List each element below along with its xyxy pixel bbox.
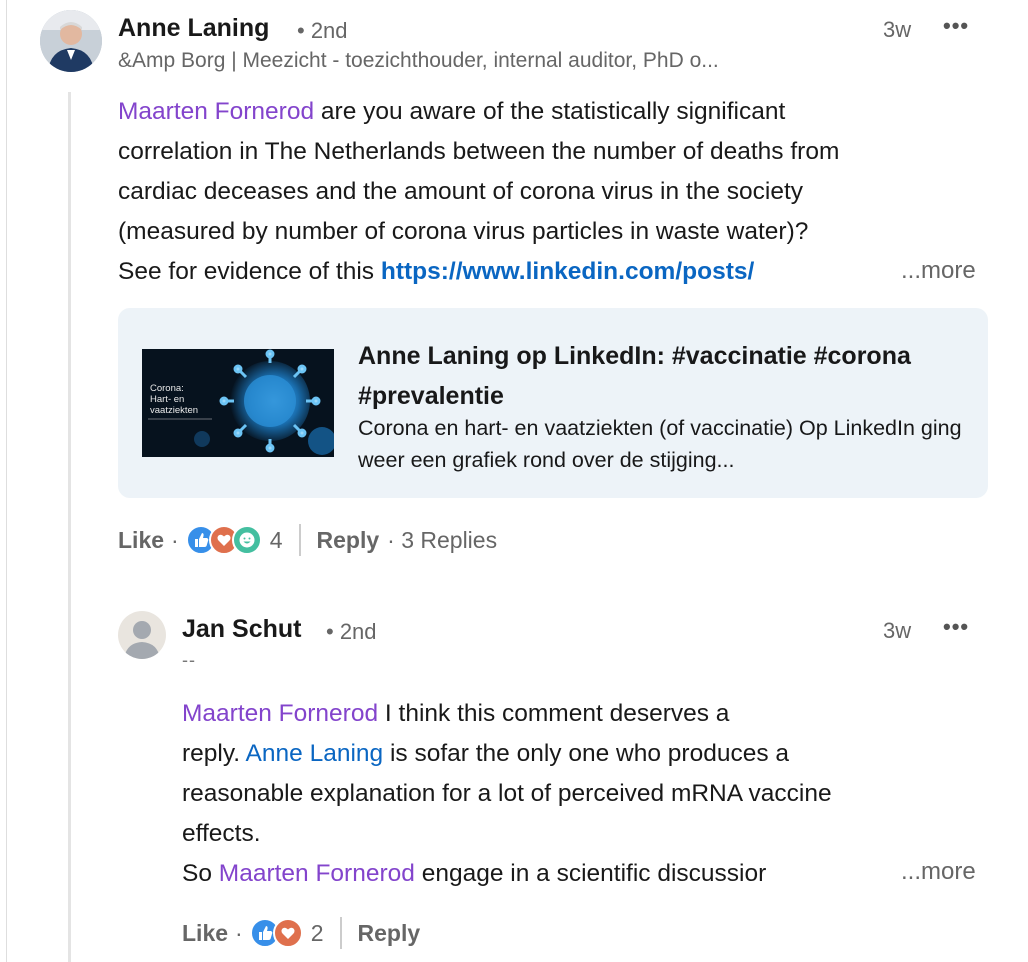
reply-text: effects.	[182, 820, 261, 847]
reaction-count[interactable]: 2	[311, 920, 324, 947]
separator-dot: ·	[171, 526, 179, 553]
action-divider	[339, 917, 342, 949]
reply-text: I think this comment deserves a	[378, 700, 730, 727]
thread-line	[68, 92, 71, 962]
card-title[interactable]: Anne Laning op LinkedIn: #vaccinatie #co…	[358, 336, 958, 416]
reactions-summary[interactable]	[185, 525, 262, 555]
avatar-anne-laning[interactable]	[40, 10, 102, 72]
comment-body: Maarten Fornerod are you aware of the st…	[118, 92, 998, 292]
ellipsis-icon[interactable]: •••	[943, 13, 969, 39]
comment-text: are you aware of the statistically signi…	[314, 98, 786, 125]
thumbnail-caption: Corona: Hart- en vaatziekten	[150, 383, 199, 416]
laugh-icon	[231, 525, 262, 555]
reply-button[interactable]: Reply	[317, 527, 380, 554]
reply-author-name[interactable]: Jan Schut	[182, 615, 301, 644]
reply-text: So	[182, 860, 219, 887]
action-divider	[298, 524, 301, 556]
ellipsis-icon[interactable]: •••	[943, 614, 969, 640]
reply-actions: Like · 2 Reply	[182, 915, 420, 951]
author-headline: &Amp Borg | Meezicht - toezichthouder, i…	[118, 49, 719, 72]
reply-timestamp: 3w	[883, 618, 912, 643]
like-button[interactable]: Like	[182, 920, 228, 947]
heart-icon	[272, 918, 303, 948]
comment-text: correlation in The Netherlands between t…	[118, 138, 840, 165]
reply-text: reasonable explanation for a lot of perc…	[182, 780, 832, 807]
comment-text: See for evidence of this	[118, 258, 381, 285]
comment-timestamp: 3w	[883, 17, 912, 42]
avatar-jan-schut[interactable]	[118, 611, 166, 659]
reactions-summary[interactable]	[249, 918, 303, 948]
card-description: Corona en hart- en vaatziekten (of vacci…	[358, 416, 962, 472]
reply-text: reply.	[182, 740, 246, 767]
mention-maarten-fornerod[interactable]: Maarten Fornerod	[182, 700, 378, 727]
card-thumbnail: Corona: Hart- en vaatziekten	[142, 349, 334, 457]
separator-dot: ·	[235, 919, 243, 946]
see-more-button[interactable]: ...more	[895, 257, 976, 285]
like-button[interactable]: Like	[118, 527, 164, 554]
reply-button[interactable]: Reply	[358, 920, 421, 947]
reaction-count[interactable]: 4	[270, 527, 283, 554]
reply-headline: --	[182, 650, 196, 670]
connection-degree: • 2nd	[297, 18, 348, 43]
reply-text: is sofar the only one who produces a	[383, 740, 790, 767]
link-preview-card[interactable]: Corona: Hart- en vaatziekten Anne Laning…	[118, 308, 988, 498]
mention-anne-laning[interactable]: Anne Laning	[246, 740, 384, 767]
comment-actions: Like · 4 Reply · 3 Replies	[118, 522, 497, 558]
replies-count[interactable]: · 3 Replies	[387, 527, 497, 554]
page-edge	[6, 0, 7, 962]
comment-text: cardiac deceases and the amount of coron…	[118, 178, 804, 205]
reply-connection-degree: • 2nd	[326, 619, 377, 644]
author-name[interactable]: Anne Laning	[118, 14, 269, 43]
see-more-button[interactable]: ...more	[895, 858, 976, 886]
mention-maarten-fornerod[interactable]: Maarten Fornerod	[219, 860, 415, 887]
reply-body: Maarten Fornerod I think this comment de…	[182, 694, 1002, 894]
post-link[interactable]: https://www.linkedin.com/posts/	[381, 258, 754, 285]
mention-maarten-fornerod[interactable]: Maarten Fornerod	[118, 98, 314, 125]
comment-text: (measured by number of corona virus part…	[118, 218, 809, 245]
reply-text: engage in a scientific discussior	[414, 860, 767, 887]
